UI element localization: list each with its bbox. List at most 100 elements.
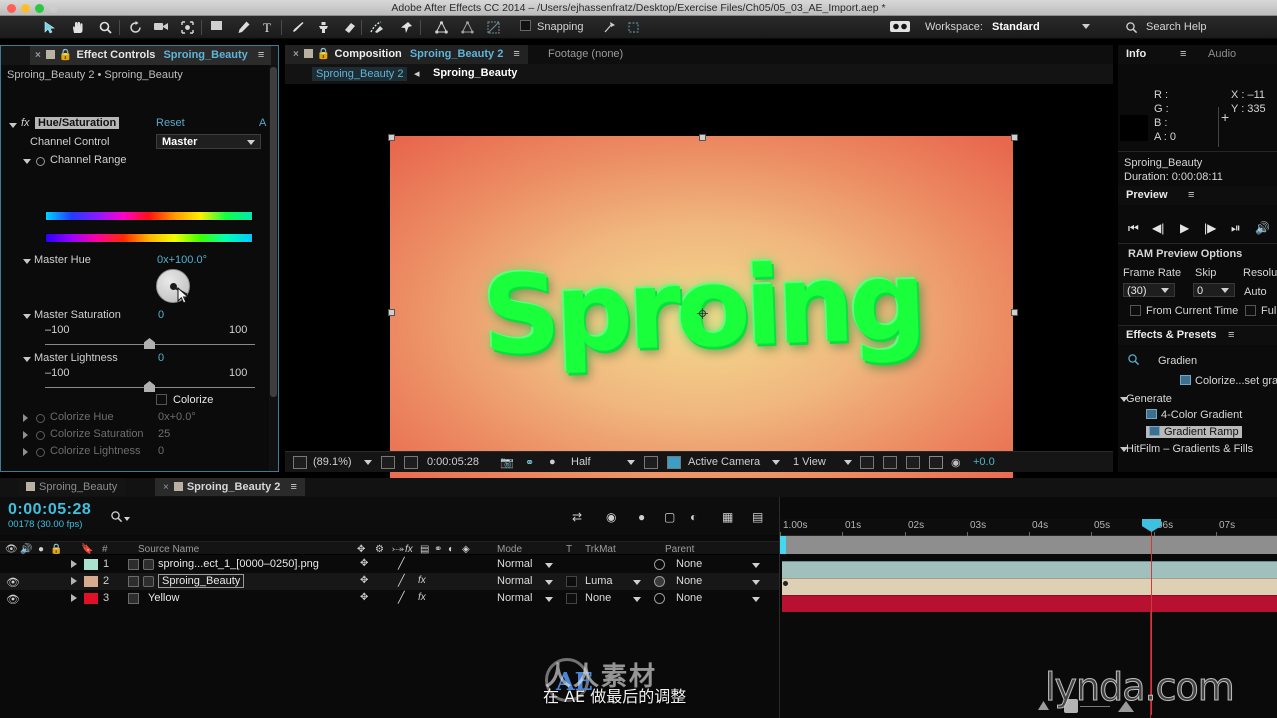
layer-name[interactable]: Yellow bbox=[148, 592, 179, 604]
channel-rgb-icon[interactable]: ● bbox=[549, 456, 556, 468]
layer-keyframe-marker[interactable] bbox=[783, 581, 788, 586]
breadcrumb-child[interactable]: Sproing_Beauty bbox=[433, 67, 517, 79]
layer-parent-value[interactable]: None bbox=[676, 558, 702, 570]
layer-mode-dropdown-arrow-icon[interactable] bbox=[545, 563, 553, 568]
selection-handle-mr[interactable] bbox=[1011, 309, 1018, 316]
from-current-time-checkbox[interactable] bbox=[1130, 305, 1141, 316]
layer-fx-icon[interactable]: fx bbox=[418, 592, 426, 603]
work-area-start-handle[interactable] bbox=[780, 536, 786, 554]
solo-switch-icon[interactable]: ● bbox=[38, 544, 44, 555]
channel-range-stopwatch-icon[interactable] bbox=[36, 157, 45, 166]
time-ruler[interactable]: 1.00s01s02s03s04s05s06s07s08 bbox=[780, 519, 1277, 536]
workspace-layout-icon[interactable] bbox=[888, 19, 912, 36]
layer-mode-value[interactable]: Normal bbox=[497, 575, 532, 587]
lock-switch-icon[interactable]: 🔒 bbox=[50, 544, 62, 555]
layer-mode-value[interactable]: Normal bbox=[497, 592, 532, 604]
tab-close-icon[interactable]: × bbox=[293, 49, 299, 60]
effect-controls-scrollbar[interactable] bbox=[269, 65, 278, 471]
layer-label-color[interactable] bbox=[84, 576, 98, 587]
camera-tool-icon[interactable] bbox=[152, 19, 170, 36]
animation-presets-label[interactable]: A bbox=[259, 117, 266, 129]
layer-parent-switch-icon[interactable]: ✥ bbox=[360, 558, 368, 569]
composition-artwork-canvas[interactable]: Sproing bbox=[390, 136, 1013, 490]
layer-name[interactable]: Sproing_Beauty bbox=[158, 574, 245, 588]
selection-handle-tc[interactable] bbox=[699, 134, 706, 141]
resolution-value[interactable]: Auto bbox=[1244, 286, 1267, 298]
colorize-hue-stopwatch-icon[interactable] bbox=[36, 414, 45, 423]
master-hue-disclosure-icon[interactable] bbox=[23, 256, 31, 268]
exposure-reset-icon[interactable]: ◉ bbox=[951, 456, 961, 469]
magnification-value[interactable]: (89.1%) bbox=[313, 456, 352, 468]
colorize-row[interactable]: Colorize bbox=[1, 393, 278, 409]
layer-disclosure-icon[interactable] bbox=[71, 560, 77, 568]
layer-parent-dropdown-arrow-icon[interactable] bbox=[752, 563, 760, 568]
layer-label-color[interactable] bbox=[84, 559, 98, 570]
preview-panel-menu-icon[interactable]: ≡ bbox=[1188, 189, 1194, 201]
resolution-dropdown-arrow-icon[interactable] bbox=[627, 460, 635, 465]
layer-trkmat-value[interactable]: None bbox=[585, 592, 611, 604]
region-of-interest-icon[interactable] bbox=[404, 456, 418, 469]
brainstorm-icon[interactable]: ▦ bbox=[722, 510, 733, 524]
snapshot-icon[interactable]: 📷 bbox=[500, 456, 514, 469]
layer-disclosure-icon[interactable] bbox=[71, 577, 77, 585]
motion-blur-icon[interactable]: ◐ bbox=[690, 510, 697, 524]
puppet-overlap-tool-icon[interactable] bbox=[432, 19, 450, 36]
snapping-checkbox[interactable] bbox=[520, 20, 531, 31]
grid-guides-icon[interactable] bbox=[381, 456, 395, 469]
tab-effect-controls[interactable]: × 🔒 Effect Controls Sproing_Beauty ≡ bbox=[30, 46, 272, 65]
colorize-lightness-value[interactable]: 0 bbox=[158, 445, 164, 457]
layer-parent-value[interactable]: None bbox=[676, 592, 702, 604]
view-layout-value[interactable]: 1 View bbox=[793, 456, 826, 468]
puppet-pin-tool-icon[interactable] bbox=[397, 19, 415, 36]
tab-close-icon[interactable]: × bbox=[35, 50, 41, 61]
master-hue-row[interactable]: Master Hue 0x+100.0° bbox=[1, 253, 278, 269]
current-timecode[interactable]: 0:00:05:28 bbox=[8, 501, 91, 519]
tab-timeline-sproing-beauty[interactable]: Sproing_Beauty bbox=[18, 478, 126, 496]
maximize-window-button[interactable] bbox=[35, 4, 44, 13]
audio-toggle-button[interactable]: 🔊 bbox=[1255, 221, 1270, 235]
colorize-saturation-value[interactable]: 25 bbox=[158, 428, 170, 440]
next-frame-button[interactable]: |▶ bbox=[1204, 221, 1216, 235]
master-lightness-slider-thumb[interactable] bbox=[144, 381, 155, 392]
first-frame-button[interactable]: ⏮ bbox=[1128, 221, 1139, 236]
layer-parent-pickwhip-icon[interactable] bbox=[654, 593, 665, 604]
panel-menu-icon[interactable]: ≡ bbox=[513, 48, 519, 60]
layer-mode-dropdown-arrow-icon[interactable] bbox=[545, 597, 553, 602]
layer-parent-pickwhip-icon[interactable] bbox=[654, 576, 665, 587]
tab-preview[interactable]: Preview bbox=[1126, 189, 1168, 201]
layer-visibility-icon[interactable]: 👁 bbox=[6, 593, 20, 606]
master-hue-value[interactable]: 0x+100.0° bbox=[157, 254, 207, 266]
layer-parent-pickwhip-icon[interactable] bbox=[654, 559, 665, 570]
layer-disclosure-icon[interactable] bbox=[71, 594, 77, 602]
label-column-icon[interactable]: 🔖 bbox=[81, 544, 93, 555]
layer-preserve-transparency-checkbox[interactable] bbox=[566, 576, 577, 587]
layer-parent-value[interactable]: None bbox=[676, 575, 702, 587]
channel-control-row[interactable]: Channel Control Master bbox=[1, 134, 278, 151]
search-help-icon[interactable] bbox=[1122, 19, 1140, 36]
lock-icon[interactable]: 🔒 bbox=[317, 48, 331, 60]
rotation-tool-icon[interactable] bbox=[126, 19, 144, 36]
layer-bar-3[interactable] bbox=[782, 595, 1277, 612]
layer-visibility-icon[interactable]: 👁 bbox=[6, 576, 20, 589]
resolution-value[interactable]: Half bbox=[571, 456, 591, 468]
master-lightness-value[interactable]: 0 bbox=[158, 352, 164, 364]
transparency-grid-icon[interactable] bbox=[644, 456, 658, 469]
layer-mode-value[interactable]: Normal bbox=[497, 558, 532, 570]
layer-fx-icon[interactable]: fx bbox=[418, 575, 426, 586]
graph-editor-icon[interactable]: ▤ bbox=[752, 510, 763, 524]
tab-audio[interactable]: Audio bbox=[1208, 48, 1236, 60]
info-panel-menu-icon[interactable]: ≡ bbox=[1180, 48, 1186, 60]
column-header-source-name[interactable]: Source Name bbox=[138, 544, 199, 555]
layer-quality-icon[interactable]: ╱ bbox=[398, 591, 405, 604]
colorize-lightness-row[interactable]: Colorize Lightness 0 bbox=[1, 444, 278, 460]
selection-handle-tr[interactable] bbox=[1011, 134, 1018, 141]
snap-target-icon[interactable] bbox=[600, 19, 618, 36]
layer-quality-icon[interactable]: ╱ bbox=[398, 557, 405, 570]
magnification-dropdown-arrow-icon[interactable] bbox=[364, 460, 372, 465]
comp-flowchart-icon[interactable] bbox=[929, 456, 943, 469]
tab-timeline-sproing-beauty-2[interactable]: × Sproing_Beauty 2 ≡ bbox=[155, 478, 305, 496]
play-button[interactable]: ▶ bbox=[1180, 221, 1189, 235]
layer-parent-dropdown-arrow-icon[interactable] bbox=[752, 580, 760, 585]
skip-select[interactable]: 0 bbox=[1193, 283, 1235, 297]
master-saturation-slider-thumb[interactable] bbox=[144, 338, 155, 349]
